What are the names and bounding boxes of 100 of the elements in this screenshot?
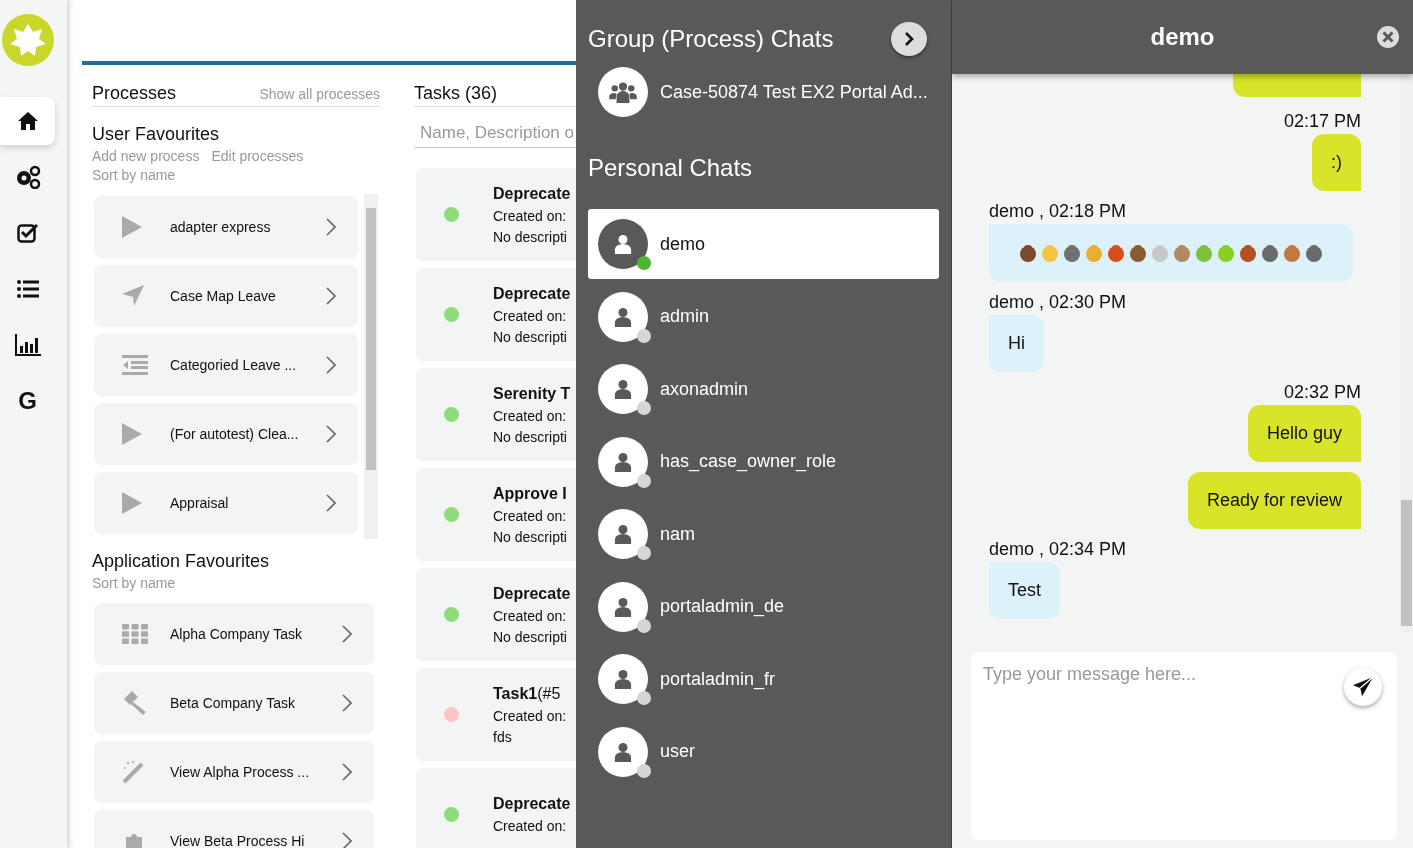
chevron-right-icon (326, 287, 336, 305)
play-icon (122, 423, 142, 445)
grid-icon (122, 624, 148, 644)
chevron-right-icon (342, 625, 352, 643)
task-title: Deprecate (493, 284, 571, 303)
task-date: Created on: (493, 307, 568, 324)
process-card[interactable]: Alpha Company Task (94, 603, 374, 665)
group-icon (609, 81, 637, 103)
task-title: Serenity T (493, 384, 571, 403)
chevron-right-icon (326, 425, 336, 443)
process-card[interactable]: View Beta Process Hi (94, 810, 374, 848)
magic-wand-icon (122, 760, 146, 784)
process-card[interactable]: (For autotest) Clea... (94, 403, 358, 465)
task-description: No descripti (493, 228, 568, 245)
contact-item[interactable]: has_case_owner_role (588, 426, 939, 497)
message-meta: 02:32 PM (1283, 382, 1361, 403)
process-card[interactable]: Categoried Leave ... (94, 334, 358, 396)
bar-chart-icon (14, 334, 41, 356)
message-input[interactable]: Type your message here... (971, 652, 1397, 840)
list-icon (16, 280, 39, 298)
person-icon (614, 451, 632, 472)
task-card[interactable]: Deprecate Created on: No descripti (416, 168, 576, 261)
task-title: Deprecate (493, 184, 571, 203)
person-icon (614, 596, 632, 617)
process-card[interactable]: Beta Company Task (94, 672, 374, 734)
nav-item[interactable] (0, 97, 55, 145)
task-date: Created on: (493, 607, 568, 624)
person-icon (614, 234, 632, 254)
message-meta: demo , 02:18 PM (989, 201, 1127, 222)
message-meta: demo , 02:30 PM (989, 292, 1127, 313)
task-card[interactable]: Approve I Created on: No descripti (416, 468, 576, 561)
task-title: Task1(#5 (493, 684, 562, 703)
task-date: Created on: (493, 207, 568, 224)
close-icon[interactable] (1377, 26, 1399, 48)
contact-item[interactable]: user (588, 716, 939, 787)
panel-title: Personal Chats (588, 154, 754, 182)
task-card[interactable]: Deprecate Created on: (416, 768, 576, 848)
person-icon (614, 306, 632, 327)
task-description: No descripti (493, 628, 568, 645)
task-title: Deprecate (493, 795, 571, 813)
panel-title: Group (Process) Chats (588, 25, 834, 53)
chevron-right-icon (326, 218, 336, 236)
chevron-right-icon (342, 832, 352, 848)
person-icon (614, 379, 632, 399)
message-bubble: Test (989, 562, 1060, 619)
send-icon (1352, 676, 1374, 698)
task-description: fds (493, 728, 513, 745)
contact-item[interactable]: axonadmin (588, 354, 939, 424)
task-date: Created on: (493, 707, 567, 724)
chevron-right-icon (342, 694, 352, 712)
section-title: User Favourites (92, 124, 221, 145)
task-title: Approve I (493, 484, 567, 503)
contact-item[interactable]: portaladmin_de (588, 571, 939, 642)
process-card[interactable]: View Alpha Process ... (94, 741, 374, 803)
contact-item[interactable]: demo (588, 209, 939, 279)
checkbox-icon (16, 223, 39, 243)
process-card[interactable]: adapter express (94, 196, 358, 258)
task-card[interactable]: Task1(#5 Created on: fds (416, 668, 576, 761)
indent-list-icon (122, 355, 148, 375)
message-meta: 02:17 PM (1283, 111, 1361, 132)
scrollbar[interactable] (1400, 74, 1413, 632)
section-title: Application Favourites (92, 551, 271, 572)
contact-item[interactable]: admin (588, 281, 939, 352)
group-chat-item[interactable]: Case-50874 Test EX2 Portal Ad... (588, 56, 939, 128)
play-icon (122, 216, 142, 238)
person-icon (614, 524, 632, 544)
nav-item[interactable]: G (0, 377, 55, 425)
contact-item[interactable]: portaladmin_fr (588, 644, 939, 714)
section-title: Tasks (36) (414, 83, 498, 103)
task-description: No descripti (493, 428, 568, 445)
contact-item[interactable]: nam (588, 499, 939, 569)
message-bubble: Ready for review (1187, 472, 1361, 529)
task-date: Created on: (493, 818, 568, 834)
message-bubble: :) (1312, 134, 1361, 191)
task-date: Created on: (493, 407, 568, 424)
process-card[interactable]: Appraisal (94, 472, 358, 534)
task-description: No descripti (493, 328, 568, 345)
message-meta: demo , 02:34 PM (989, 539, 1127, 560)
gears-icon (14, 165, 41, 189)
collapse-button[interactable] (891, 22, 927, 56)
process-card[interactable]: Case Map Leave (94, 265, 358, 327)
person-icon (614, 741, 632, 762)
chevron-right-icon (326, 356, 336, 374)
task-card[interactable]: Serenity T Created on: No descripti (416, 368, 576, 461)
chevron-right-icon (326, 494, 336, 512)
task-date: Created on: (493, 507, 567, 524)
navigation-arrow-icon (122, 285, 144, 307)
chevron-right-icon (342, 763, 352, 781)
task-description: No descripti (493, 528, 567, 545)
message-bubble: Hi (989, 315, 1044, 372)
task-card[interactable]: Deprecate Created on: No descripti (416, 568, 576, 661)
task-card[interactable]: Deprecate Created on: No descripti (416, 268, 576, 361)
gavel-icon (122, 691, 148, 715)
message-bubble: Hello guy (1247, 405, 1361, 462)
section-title: Processes (92, 83, 177, 104)
person-icon (614, 669, 632, 689)
scrollbar[interactable] (364, 194, 378, 539)
chevron-right-icon (904, 32, 914, 46)
chat-title: demo (1150, 23, 1215, 51)
task-title: Deprecate (493, 584, 571, 603)
